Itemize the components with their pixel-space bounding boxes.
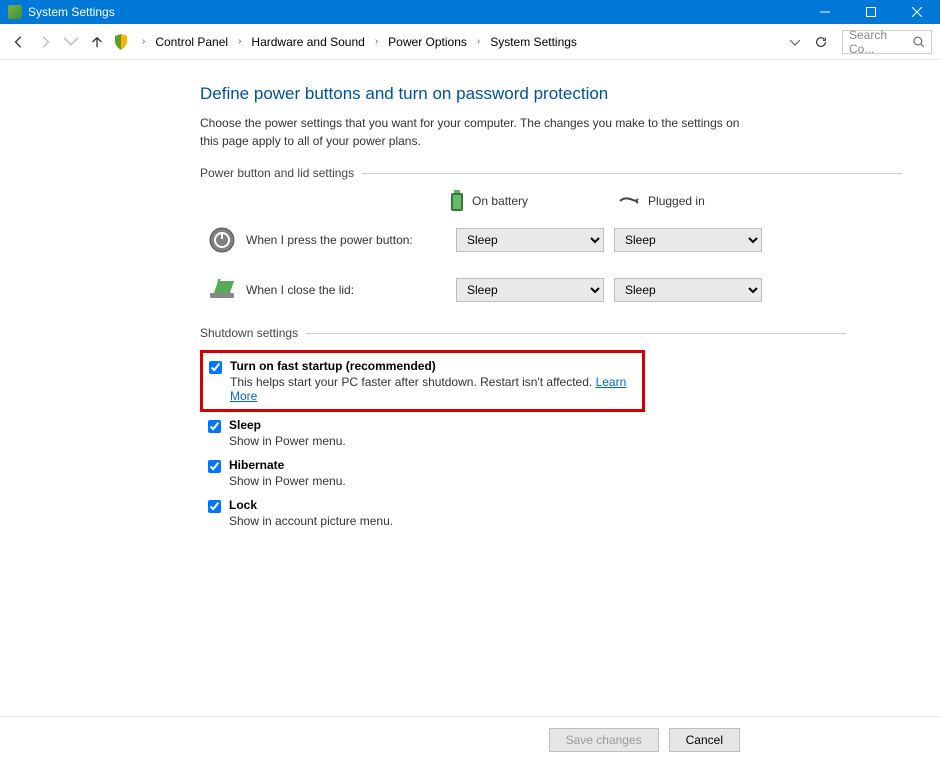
chevron-right-icon: › [371, 36, 382, 47]
hibernate-desc: Show in Power menu. [229, 474, 346, 488]
mode-header: On battery Plugged in [450, 190, 940, 212]
chevron-right-icon: › [234, 36, 245, 47]
maximize-button[interactable] [848, 0, 894, 24]
mode-plugged-label: Plugged in [648, 194, 705, 208]
app-icon [8, 5, 22, 19]
minimize-button[interactable] [802, 0, 848, 24]
fast-startup-checkbox[interactable] [209, 361, 222, 374]
page-description: Choose the power settings that you want … [200, 114, 740, 150]
address-dropdown[interactable] [784, 35, 806, 49]
power-button-plugged-select[interactable]: Sleep [614, 228, 762, 252]
breadcrumb: › Control Panel › Hardware and Sound › P… [134, 33, 780, 51]
sleep-title: Sleep [229, 418, 346, 432]
lid-row: When I close the lid: Sleep Sleep [200, 276, 940, 304]
close-button[interactable] [894, 0, 940, 24]
lock-title: Lock [229, 498, 393, 512]
hibernate-checkbox[interactable] [208, 460, 221, 473]
forward-button[interactable] [34, 31, 56, 53]
chevron-right-icon: › [473, 36, 484, 47]
save-button[interactable]: Save changes [549, 728, 659, 752]
shield-icon [112, 33, 130, 51]
hibernate-title: Hibernate [229, 458, 346, 472]
chevron-right-icon: › [138, 36, 149, 47]
page-heading: Define power buttons and turn on passwor… [200, 84, 940, 104]
lid-battery-select[interactable]: Sleep [456, 278, 604, 302]
breadcrumb-item[interactable]: Hardware and Sound [247, 33, 368, 51]
mode-battery-label: On battery [472, 194, 528, 208]
toolbar: › Control Panel › Hardware and Sound › P… [0, 24, 940, 60]
content-area: Define power buttons and turn on passwor… [0, 60, 940, 716]
section-shutdown: Shutdown settings [200, 326, 940, 340]
battery-icon [450, 190, 464, 212]
window-title: System Settings [28, 5, 115, 19]
titlebar: System Settings [0, 0, 940, 24]
cancel-button[interactable]: Cancel [669, 728, 740, 752]
sleep-checkbox[interactable] [208, 420, 221, 433]
fast-startup-title: Turn on fast startup (recommended) [230, 359, 636, 373]
highlight-box: Turn on fast startup (recommended) This … [200, 350, 645, 412]
lid-label: When I close the lid: [246, 283, 446, 297]
footer: Save changes Cancel [0, 716, 940, 762]
search-input[interactable]: Search Co... [842, 30, 932, 54]
power-button-row: When I press the power button: Sleep Sle… [200, 226, 940, 254]
laptop-icon [208, 276, 236, 304]
sleep-desc: Show in Power menu. [229, 434, 346, 448]
power-icon [208, 226, 236, 254]
search-placeholder: Search Co... [849, 28, 913, 56]
power-button-label: When I press the power button: [246, 233, 446, 247]
breadcrumb-item[interactable]: Power Options [384, 33, 471, 51]
back-button[interactable] [8, 31, 30, 53]
breadcrumb-item[interactable]: Control Panel [151, 33, 232, 51]
up-button[interactable] [86, 31, 108, 53]
plug-icon [618, 195, 640, 207]
fast-startup-desc: This helps start your PC faster after sh… [230, 375, 636, 403]
recent-dropdown[interactable] [60, 31, 82, 53]
refresh-button[interactable] [810, 31, 832, 53]
breadcrumb-item[interactable]: System Settings [486, 33, 581, 51]
section-power-button: Power button and lid settings [200, 166, 940, 180]
shutdown-list: Turn on fast startup (recommended) This … [200, 350, 940, 528]
lock-desc: Show in account picture menu. [229, 514, 393, 528]
power-button-battery-select[interactable]: Sleep [456, 228, 604, 252]
search-icon [913, 36, 925, 48]
lid-plugged-select[interactable]: Sleep [614, 278, 762, 302]
lock-checkbox[interactable] [208, 500, 221, 513]
